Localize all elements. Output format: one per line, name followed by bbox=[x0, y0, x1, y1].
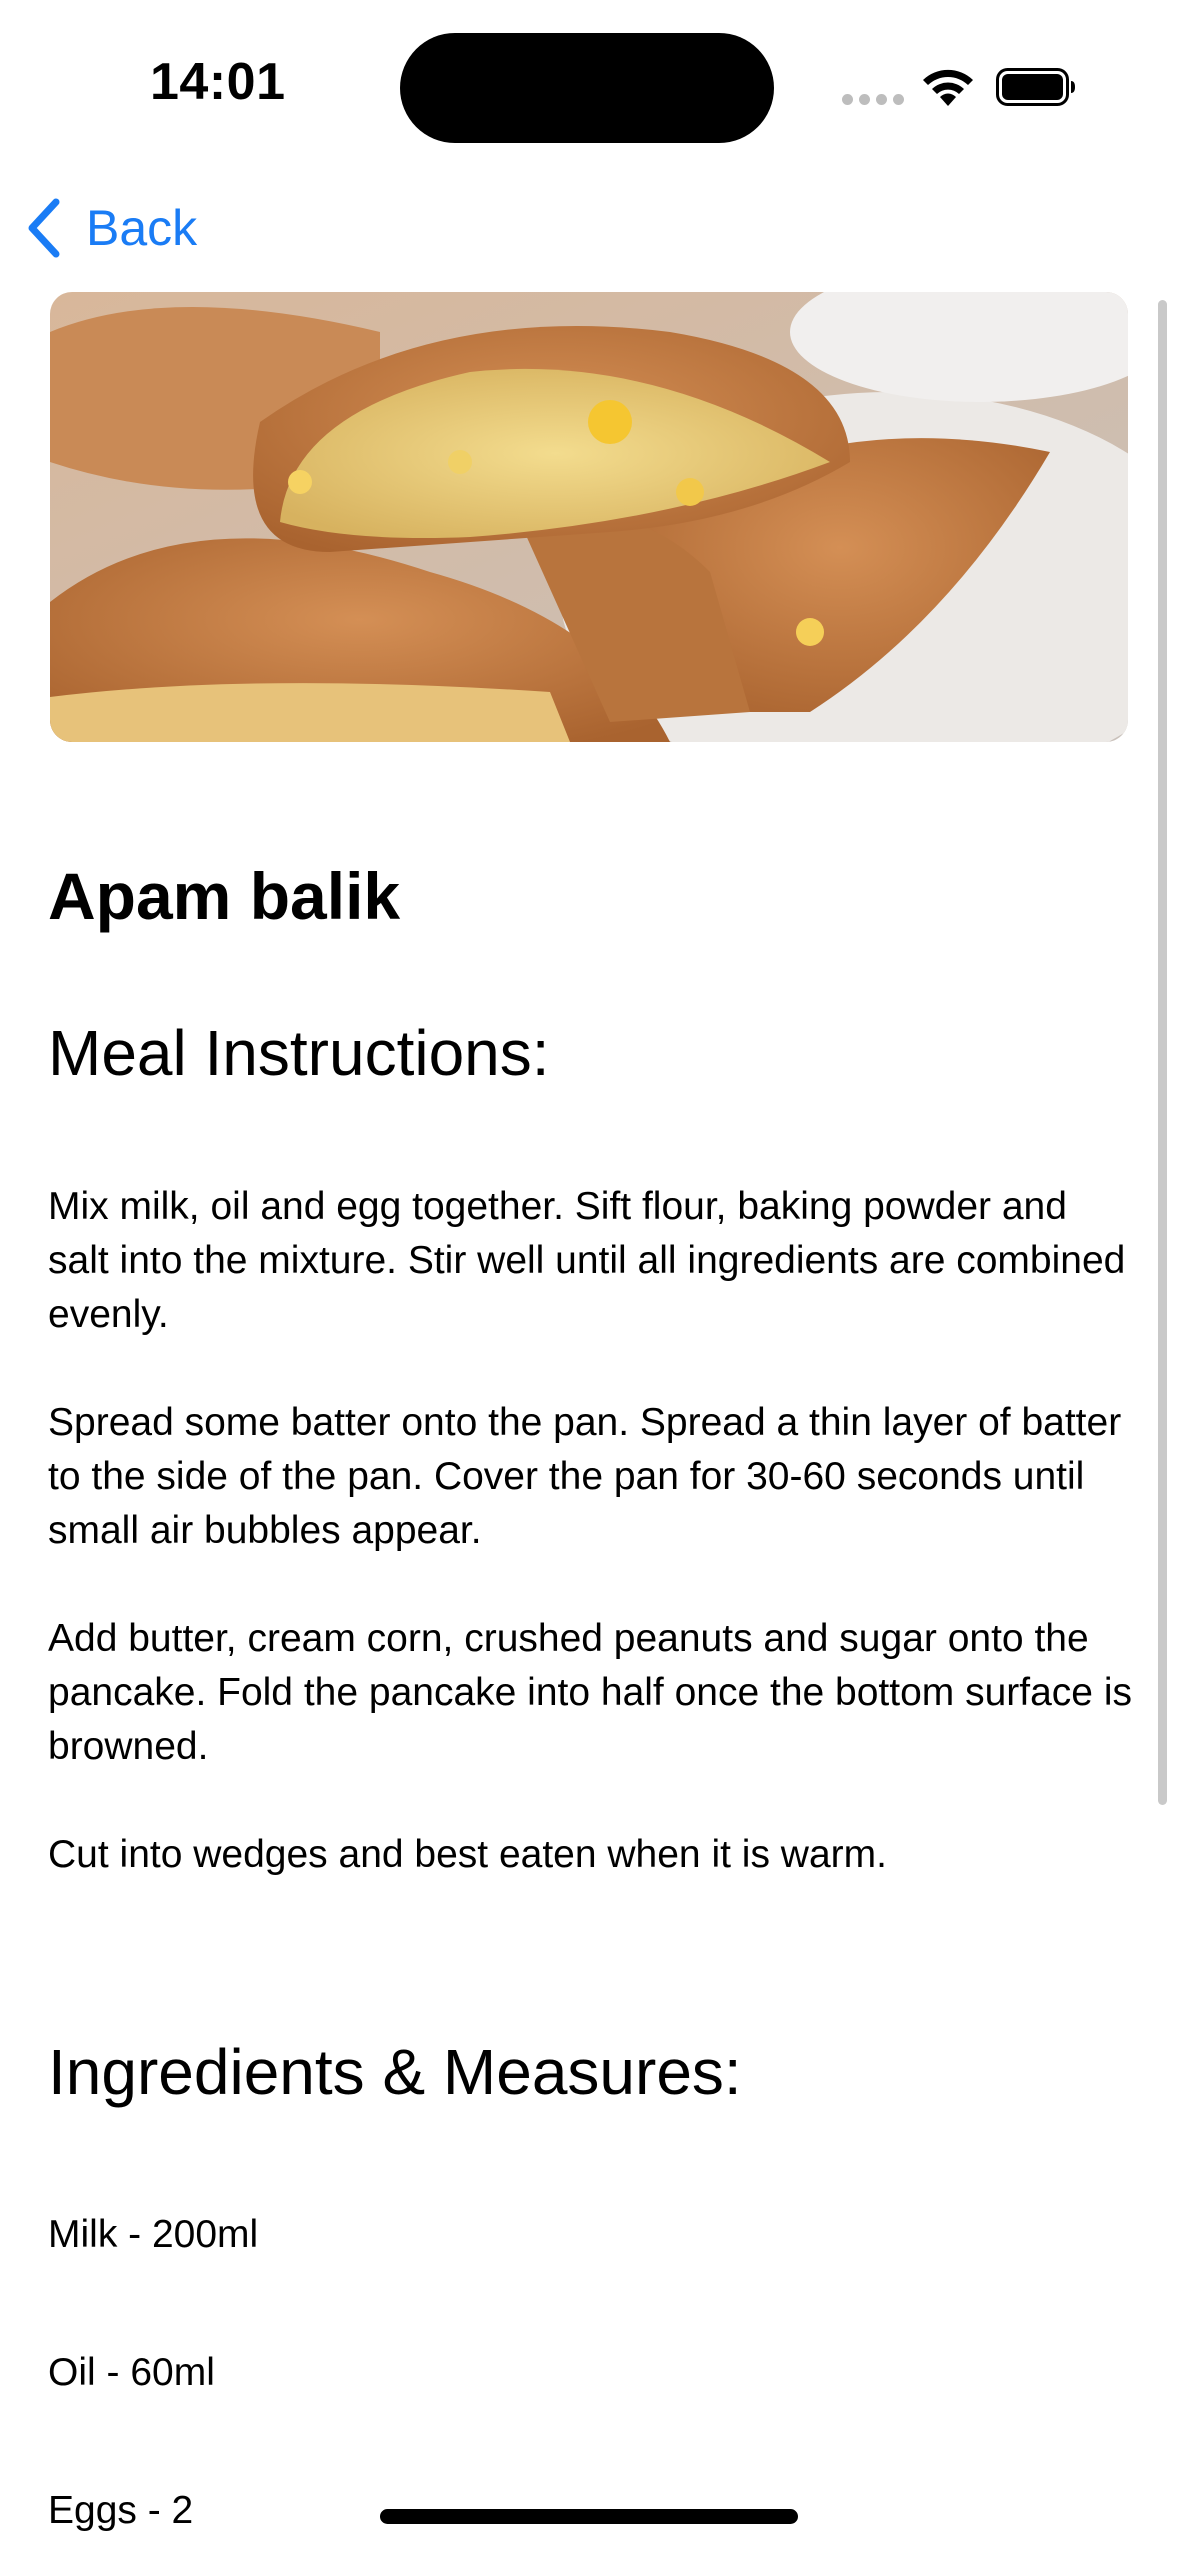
ingredients-heading: Ingredients & Measures: bbox=[48, 2036, 742, 2108]
ingredient-item: Oil - 60ml bbox=[48, 2351, 215, 2394]
instructions-heading: Meal Instructions: bbox=[48, 1017, 550, 1089]
cellular-signal-icon bbox=[842, 94, 904, 105]
instruction-paragraph: Cut into wedges and best eaten when it i… bbox=[48, 1833, 887, 1876]
wifi-icon bbox=[923, 69, 973, 106]
scroll-indicator[interactable] bbox=[1158, 300, 1167, 1805]
home-indicator[interactable] bbox=[380, 2509, 798, 2524]
back-label: Back bbox=[86, 200, 198, 256]
meal-title: Apam balik bbox=[48, 859, 401, 933]
dynamic-island bbox=[400, 33, 774, 143]
back-button[interactable]: Back bbox=[24, 195, 197, 261]
ingredient-item: Milk - 200ml bbox=[48, 2213, 259, 2256]
battery-icon bbox=[996, 68, 1075, 106]
instruction-paragraph: Mix milk, oil and egg together. Sift flo… bbox=[48, 1185, 1126, 1336]
meal-image bbox=[50, 292, 1128, 742]
instruction-paragraph: Spread some batter onto the pan. Spread … bbox=[48, 1401, 1122, 1552]
instructions-text: Mix milk, oil and egg together. Sift flo… bbox=[48, 1180, 1138, 1936]
instruction-paragraph: Add butter, cream corn, crushed peanuts … bbox=[48, 1617, 1133, 1768]
chevron-left-icon bbox=[28, 198, 60, 258]
status-time: 14:01 bbox=[150, 53, 286, 111]
ingredient-item: Eggs - 2 bbox=[48, 2489, 194, 2532]
